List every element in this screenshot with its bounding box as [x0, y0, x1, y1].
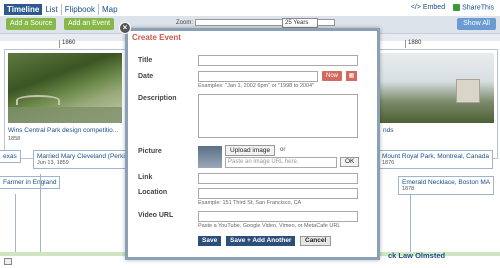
event-farmer[interactable]: Farmer in England [0, 176, 61, 189]
share-icon [453, 4, 461, 11]
link-label: Link [138, 174, 153, 181]
location-hint: Example: 151 Third St, San Francisco, CA [198, 200, 302, 206]
tick-1880: 1880 [404, 40, 422, 48]
event-card-right[interactable]: nds [376, 49, 498, 159]
event-title: Mount Royal Park, Montreal, Canada [382, 153, 489, 160]
ok-button[interactable]: OK [340, 157, 360, 167]
event-date: Jun 13, 1859 [37, 160, 69, 166]
central-park-photo [8, 53, 122, 123]
picture-label: Picture [138, 148, 162, 155]
image-icon[interactable] [4, 258, 12, 265]
show-all-button[interactable]: Show All [457, 18, 496, 30]
date-label: Date [138, 73, 154, 80]
zoom-select[interactable]: 25 Years [282, 18, 318, 28]
event-date: 1878 [402, 186, 415, 192]
building-photo [380, 53, 494, 123]
date-hint: Examples: "Jan 1, 2002 6pm" or "1998 to … [198, 83, 315, 89]
top-actions: </> Embed ShareThis [411, 4, 494, 11]
tab-timeline[interactable]: Timeline [4, 4, 43, 15]
event-married[interactable]: Married Mary Cleveland (Perkins) Jun 13,… [33, 150, 138, 169]
date-input[interactable] [198, 71, 318, 82]
save-button[interactable]: Save [198, 236, 222, 246]
tab-map[interactable]: Map [99, 4, 121, 15]
link-input[interactable] [198, 173, 358, 184]
share-label: ShareThis [462, 4, 494, 12]
event-title: Emerald Necklace, Boston MA [402, 179, 491, 186]
event-texas[interactable]: exas [0, 150, 21, 163]
event-title: Married Mary Cleveland (Perkins) [37, 153, 134, 160]
description-textarea[interactable] [198, 94, 358, 138]
tick-1860: 1860 [58, 40, 76, 48]
now-button[interactable]: Now [322, 71, 343, 81]
close-icon[interactable]: × [119, 22, 131, 34]
location-label: Location [138, 189, 168, 196]
embed-link[interactable]: </> Embed [411, 4, 445, 11]
add-event-button[interactable]: Add an Event [64, 18, 115, 30]
or-text: or [280, 147, 286, 153]
upload-image-button[interactable]: Upload image [225, 145, 276, 156]
image-url-input[interactable]: Paste an image URL here. [225, 157, 337, 168]
save-add-another-button[interactable]: Save + Add Another [226, 236, 296, 246]
video-url-label: Video URL [138, 212, 174, 219]
tab-flipbook[interactable]: Flipbook [62, 4, 100, 15]
description-label: Description [138, 95, 177, 102]
view-tabs: Timeline List Flipbook Map [4, 4, 121, 15]
tab-list[interactable]: List [42, 4, 62, 15]
location-input[interactable] [198, 188, 358, 199]
card-caption-right: nds [383, 127, 394, 134]
title-input[interactable] [198, 55, 358, 66]
top-nav: Timeline List Flipbook Map </> Embed Sha… [0, 0, 500, 16]
create-event-dialog: × Create Event Title Date Now ▦ Examples… [119, 22, 380, 260]
cancel-button[interactable]: Cancel [300, 236, 332, 246]
timeline-title: ck Law Olmsted [388, 251, 446, 260]
card-year: 1858 [8, 136, 21, 142]
event-emerald-necklace[interactable]: Emerald Necklace, Boston MA 1878 [398, 176, 495, 195]
event-card-central-park[interactable]: Wins Central Park design competitio... 1… [4, 49, 126, 159]
zoom-label: Zoom: [176, 19, 194, 26]
video-url-input[interactable] [198, 211, 358, 222]
event-mount-royal[interactable]: Mount Royal Park, Montreal, Canada 1876 [378, 150, 493, 169]
event-date: 1876 [382, 160, 395, 166]
picture-thumbnail [198, 146, 222, 168]
calendar-icon[interactable]: ▦ [346, 71, 357, 81]
title-label: Title [138, 57, 153, 64]
share-link[interactable]: ShareThis [453, 4, 494, 11]
video-url-hint: Paste a YouTube, Google Video, Vimeo, or… [198, 223, 341, 229]
add-source-button[interactable]: Add a Source [6, 18, 57, 30]
card-caption: Wins Central Park design competitio... [8, 127, 119, 134]
dialog-title: Create Event [132, 33, 181, 42]
